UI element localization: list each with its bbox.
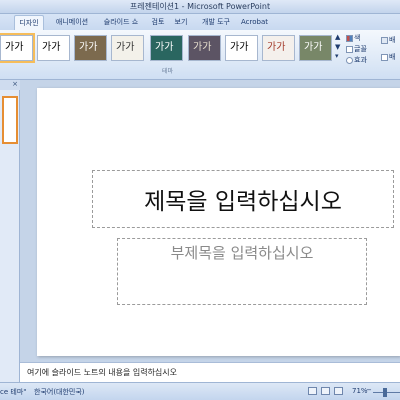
subtitle-placeholder-text: 부제목을 입력하십시오: [170, 244, 314, 262]
status-language[interactable]: 한국어(대한민국): [34, 387, 85, 397]
title-placeholder[interactable]: 제목을 입력하십시오: [92, 170, 394, 228]
hide-background-checkbox[interactable]: 배: [381, 52, 395, 62]
thumbnail-pane-header: ×: [0, 80, 20, 90]
slideshow-view-icon[interactable]: [334, 387, 343, 395]
window-title: 프레젠테이션1 - Microsoft PowerPoint: [129, 2, 271, 11]
theme-fonts-button[interactable]: 글꼴: [346, 44, 367, 54]
notes-placeholder-text: 여기에 슬라이드 노트의 내용을 입력하십시오: [27, 368, 178, 377]
slide-thumbnail[interactable]: [2, 96, 18, 144]
theme-colors-button[interactable]: 색: [346, 33, 360, 43]
effects-icon: [346, 56, 353, 64]
status-bar: ce 테마" 한국어(대한민국) 71% −: [0, 382, 400, 400]
ribbon: 가가 가가 가가 가가 가가 가가 가가 가가 가가 ▲ ▼ ▾ 색 글꼴 효과…: [0, 30, 400, 80]
theme-thumbnail[interactable]: 가가: [74, 35, 107, 61]
gallery-scroll-up-icon[interactable]: ▲: [335, 33, 340, 41]
tab-review[interactable]: 검토: [150, 15, 166, 29]
ribbon-group-label: 테마: [161, 68, 174, 75]
gallery-more-icon[interactable]: ▾: [335, 52, 339, 60]
status-theme-name: ce 테마": [0, 388, 27, 396]
title-placeholder-text: 제목을 입력하십시오: [144, 189, 342, 215]
colors-icon: [346, 34, 353, 42]
title-bar: 프레젠테이션1 - Microsoft PowerPoint: [0, 0, 400, 14]
tab-acrobat[interactable]: Acrobat: [241, 15, 268, 29]
ribbon-tabs: 디자인 애니메이션 슬라이드 쇼 검토 보기 개발 도구 Acrobat: [0, 14, 400, 30]
normal-view-icon[interactable]: [308, 387, 317, 395]
background-styles-button[interactable]: 배: [381, 35, 395, 45]
tab-design[interactable]: 디자인: [14, 15, 44, 30]
theme-effects-button[interactable]: 효과: [346, 55, 367, 65]
checkbox-icon: [381, 53, 388, 61]
theme-thumbnail[interactable]: 가가: [150, 35, 183, 61]
fonts-icon: [346, 45, 353, 53]
theme-thumbnail[interactable]: 가가: [299, 35, 332, 61]
theme-thumbnail[interactable]: 가가: [188, 35, 221, 61]
theme-thumbnail[interactable]: 가가: [37, 35, 70, 61]
theme-thumbnail[interactable]: 가가: [225, 35, 258, 61]
tab-slideshow[interactable]: 슬라이드 쇼: [97, 15, 145, 29]
tab-developer[interactable]: 개발 도구: [199, 15, 233, 29]
close-icon[interactable]: ×: [12, 80, 18, 88]
subtitle-placeholder[interactable]: 부제목을 입력하십시오: [117, 238, 367, 305]
gallery-scroll-down-icon[interactable]: ▼: [335, 43, 340, 51]
zoom-out-icon[interactable]: −: [366, 386, 372, 394]
background-icon: [381, 36, 388, 44]
theme-thumbnail[interactable]: 가가: [111, 35, 144, 61]
theme-thumbnail[interactable]: 가가: [262, 35, 295, 61]
tab-animation[interactable]: 애니메이션: [50, 15, 94, 29]
notes-pane[interactable]: 여기에 슬라이드 노트의 내용을 입력하십시오: [20, 362, 400, 382]
theme-thumbnail[interactable]: 가가: [0, 33, 35, 63]
tab-view[interactable]: 보기: [173, 15, 189, 29]
zoom-slider-thumb[interactable]: [383, 388, 387, 397]
slide-sorter-icon[interactable]: [321, 387, 330, 395]
